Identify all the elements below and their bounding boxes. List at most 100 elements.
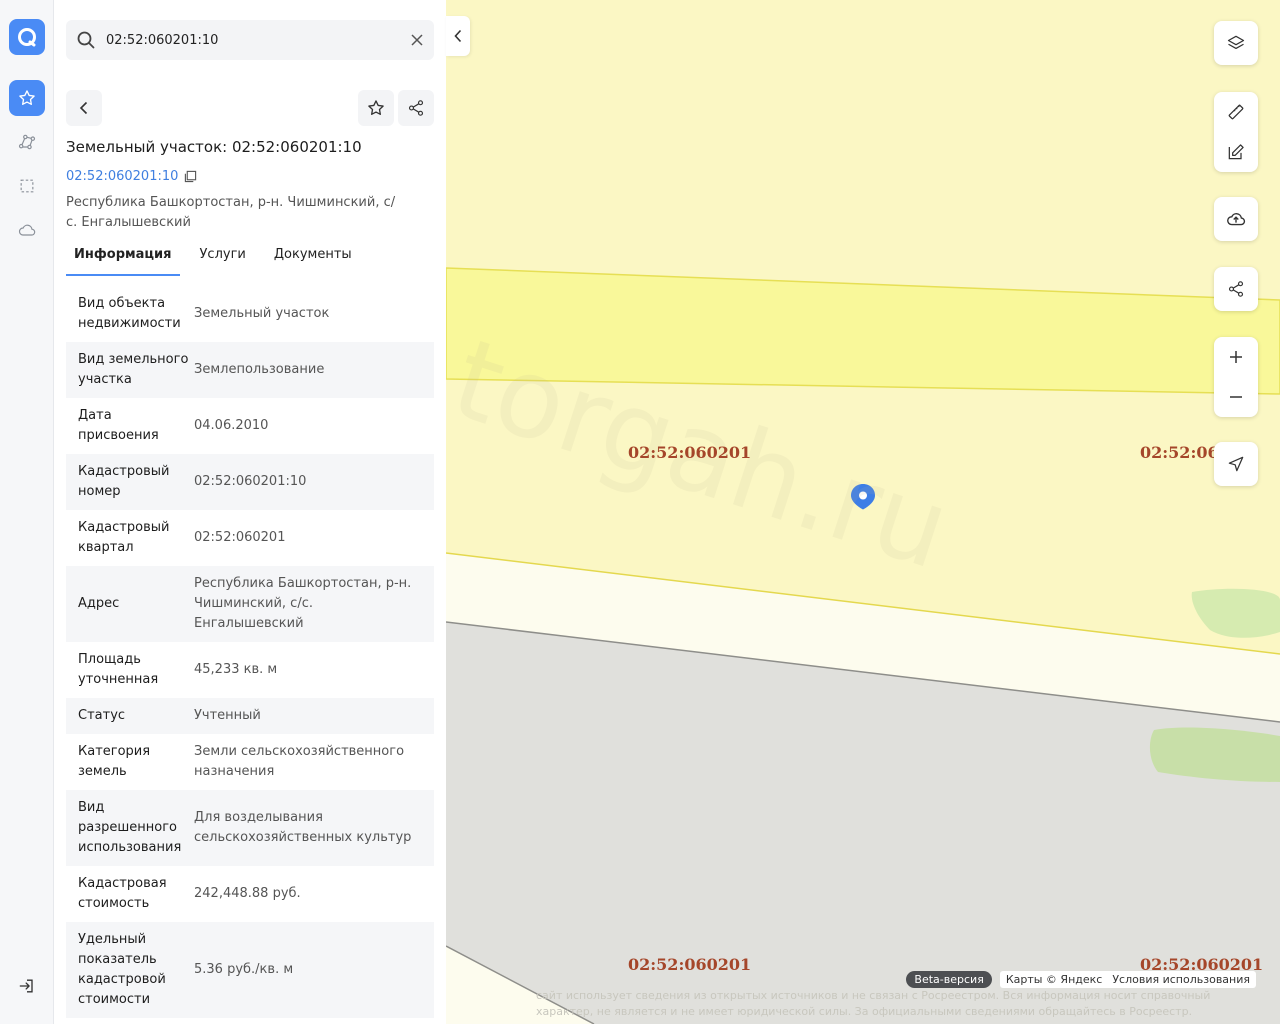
routes-nav-button[interactable] xyxy=(9,124,45,160)
chevron-left-icon xyxy=(454,29,462,43)
dashed-square-icon xyxy=(20,179,34,193)
table-row: Удельный показатель кадастровой стоимост… xyxy=(66,922,434,1018)
attribution: Карты © Яндекс Условия использования xyxy=(999,971,1256,988)
table-row: Кадастровый номер 02:52:060201:10 xyxy=(66,454,434,510)
left-rail xyxy=(0,0,54,1024)
share-button[interactable] xyxy=(398,90,434,126)
map-footer: Beta-версия Карты © Яндекс Условия испол… xyxy=(906,971,1256,988)
collapse-panel-button[interactable] xyxy=(446,16,470,56)
zoom-control xyxy=(1214,337,1258,417)
edit-button[interactable] xyxy=(1214,134,1258,170)
navigation-arrow-icon xyxy=(1228,456,1244,472)
row-value: 02:52:060201:10 xyxy=(194,474,307,489)
tab-documents[interactable]: Документы xyxy=(266,238,360,276)
row-key: Кадастровый номер xyxy=(78,464,170,499)
row-value: 02:52:060201 xyxy=(194,530,286,545)
map-view[interactable]: torgah.ru 02:52:060201 02:52:06 02:52:06… xyxy=(446,0,1280,1024)
table-row: Статус Учтенный xyxy=(66,698,434,734)
row-key: Площадь уточненная xyxy=(78,652,159,687)
search-icon xyxy=(66,30,106,50)
table-row: Категория земель Земли сельскохозяйственн… xyxy=(66,734,434,790)
row-value: Землепользование xyxy=(194,362,325,377)
cloud-upload-icon xyxy=(1227,213,1246,226)
row-key: Статус xyxy=(78,708,126,723)
table-row: Кадастровый квартал 02:52:060201 xyxy=(66,510,434,566)
table-row: Вид разрешенного использования Для воздел… xyxy=(66,790,434,866)
cadastral-number-text[interactable]: 02:52:060201:10 xyxy=(66,169,178,184)
table-row: Площадь уточненная 45,233 кв. м xyxy=(66,642,434,698)
disclaimer-text: сайт использует сведения из открытых ист… xyxy=(536,989,1211,1018)
selection-nav-button[interactable] xyxy=(9,168,45,204)
object-title: Земельный участок: 02:52:060201:10 xyxy=(66,138,362,156)
back-button[interactable] xyxy=(66,90,102,126)
table-row: Вид объекта недвижимости Земельный участо… xyxy=(66,286,434,342)
search-bar xyxy=(66,20,434,60)
row-key: Категория земель xyxy=(78,744,151,779)
app-logo-icon[interactable] xyxy=(9,19,45,55)
logout-icon xyxy=(19,979,33,993)
layers-icon xyxy=(1227,35,1245,50)
geolocation-control xyxy=(1214,442,1258,486)
chevron-left-icon xyxy=(79,101,88,115)
row-key: Удельный показатель кадастровой стоимост… xyxy=(78,932,166,1007)
table-row: Дата присвоения 04.06.2010 xyxy=(66,398,434,454)
zoom-in-button[interactable] xyxy=(1214,339,1258,375)
row-key: Кадастровый квартал xyxy=(78,520,170,555)
favorites-nav-button[interactable] xyxy=(9,80,45,116)
upload-control xyxy=(1214,197,1258,241)
cloud-icon xyxy=(18,224,36,236)
cadastral-number-link[interactable]: 02:52:060201:10 xyxy=(66,169,197,184)
object-address: Республика Башкортостан, р-н. Чишминский… xyxy=(66,195,396,230)
info-tabs: Информация Услуги Документы xyxy=(66,238,434,276)
row-key: Вид объекта недвижимости xyxy=(78,296,181,331)
star-icon xyxy=(368,100,384,116)
layers-button[interactable] xyxy=(1214,25,1258,61)
copy-icon[interactable] xyxy=(184,170,197,183)
tab-information[interactable]: Информация xyxy=(66,238,180,276)
tab-services[interactable]: Услуги xyxy=(192,238,254,276)
object-info-panel: Земельный участок: 02:52:060201:10 02:52… xyxy=(54,0,446,1024)
row-value: 45,233 кв. м xyxy=(194,662,278,677)
minus-icon xyxy=(1230,396,1242,398)
share-control xyxy=(1214,267,1258,311)
row-value: 5.36 руб./кв. м xyxy=(194,962,294,977)
table-row: Вид земельного участка Землепользование xyxy=(66,342,434,398)
zoom-out-button[interactable] xyxy=(1214,379,1258,415)
row-value: 04.06.2010 xyxy=(194,418,269,433)
star-icon xyxy=(19,90,35,106)
row-key: Адрес xyxy=(78,596,120,611)
layers-control xyxy=(1214,21,1258,65)
search-input[interactable] xyxy=(106,32,400,48)
table-row: Кадастровая стоимость 242,448.88 руб. xyxy=(66,866,434,922)
upload-button[interactable] xyxy=(1214,201,1258,237)
clear-search-button[interactable] xyxy=(400,33,434,47)
row-value: Республика Башкортостан, р-н. Чишминский… xyxy=(194,576,412,631)
edit-icon xyxy=(1228,144,1244,160)
map-share-button[interactable] xyxy=(1214,271,1258,307)
polyline-icon xyxy=(18,134,36,150)
row-key: Дата присвоения xyxy=(78,408,159,443)
quarter-label: 02:52:06 xyxy=(1140,443,1219,462)
info-table: Вид объекта недвижимости Земельный участо… xyxy=(66,286,434,1018)
logout-button[interactable] xyxy=(9,968,45,1004)
row-value: Для возделывания сельскохозяйственных ку… xyxy=(194,810,412,845)
table-row: Адрес Республика Башкортостан, р-н. Чишми… xyxy=(66,566,434,642)
row-key: Вид разрешенного использования xyxy=(78,800,182,855)
row-value: Земельный участок xyxy=(194,306,330,321)
row-key: Вид земельного участка xyxy=(78,352,189,387)
row-key: Кадастровая стоимость xyxy=(78,876,167,911)
quarter-label: 02:52:060201 xyxy=(628,955,752,974)
row-value: Земли сельскохозяйственного назначения xyxy=(194,744,405,779)
share-icon xyxy=(408,100,424,116)
close-icon xyxy=(411,34,423,46)
plus-icon xyxy=(1230,351,1242,363)
quarter-label: 02:52:060201 xyxy=(628,443,752,462)
copyright-text: Карты © Яндекс xyxy=(1005,973,1103,986)
beta-badge: Beta-версия xyxy=(906,971,992,988)
cloud-nav-button[interactable] xyxy=(9,212,45,248)
add-favorite-button[interactable] xyxy=(358,90,394,126)
ruler-button[interactable] xyxy=(1214,94,1258,130)
terms-link[interactable]: Условия использования xyxy=(1112,973,1250,986)
geolocation-button[interactable] xyxy=(1214,446,1258,482)
share-icon xyxy=(1228,281,1244,297)
